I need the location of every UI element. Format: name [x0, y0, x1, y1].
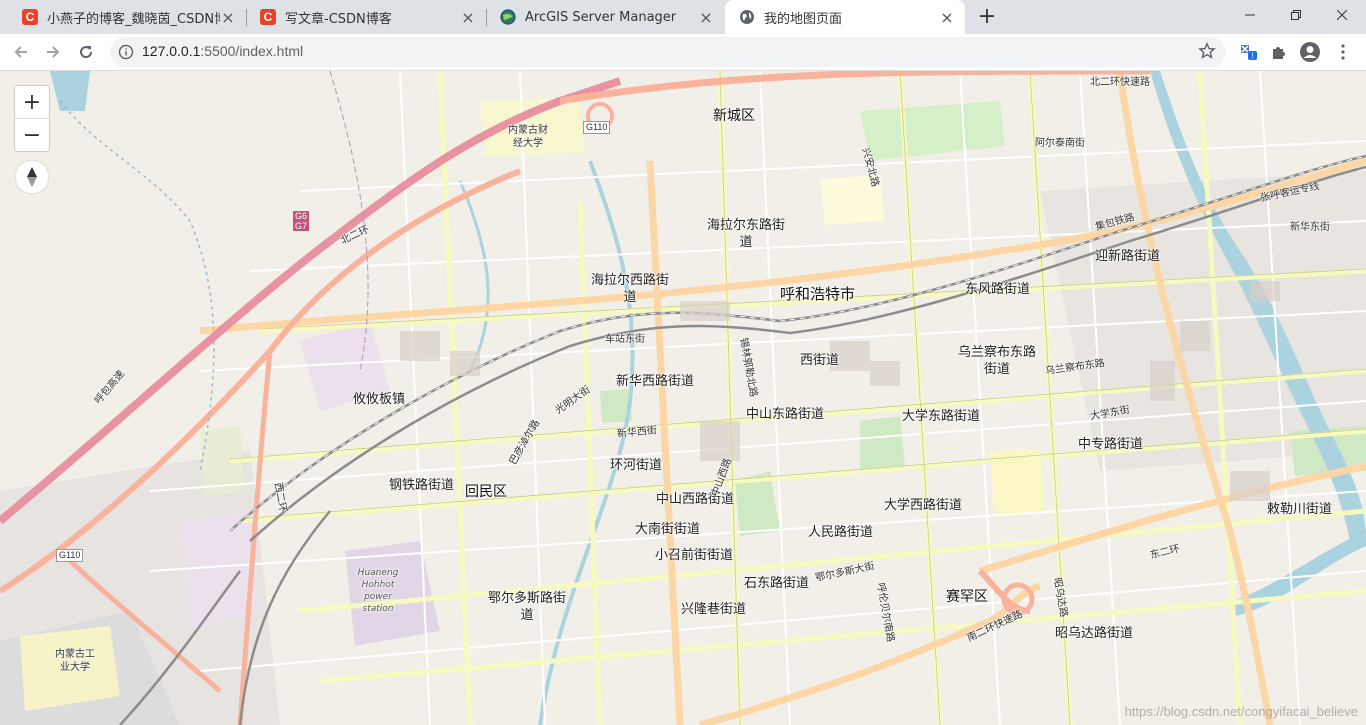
tab-strip: C 小燕子的博客_魏晓茵_CSDN博客 × C 写文章-CSDN博客 × Arc…	[0, 0, 1366, 34]
district-label: 昭乌达路街道	[1055, 626, 1134, 641]
tab-csdn-blog[interactable]: C 小燕子的博客_魏晓茵_CSDN博客 ×	[8, 0, 246, 34]
back-button[interactable]	[8, 39, 34, 65]
road-label: 新华东街	[1290, 222, 1330, 233]
minimize-button[interactable]	[1227, 0, 1273, 30]
extension-badge-icon[interactable]: !	[1236, 39, 1262, 65]
arrow-right-icon	[47, 46, 60, 58]
road-label: 阿尔泰南街	[1035, 138, 1085, 149]
map-basemap	[0, 71, 1366, 725]
district-label: 敕勒川街道	[1267, 502, 1333, 517]
poi-label-university: 内蒙古工业大学	[55, 649, 95, 673]
csdn-icon: C	[22, 9, 38, 25]
district-label: 中专路街道	[1078, 437, 1144, 452]
tab-title: ArcGIS Server Manager	[525, 9, 677, 25]
district-label: 海拉尔东路街道	[706, 218, 785, 250]
district-label: 新华西路街道	[616, 374, 695, 389]
district-label: 新城区	[713, 108, 755, 124]
district-label: 大学东路街道	[902, 409, 981, 424]
compass-icon[interactable]	[15, 160, 49, 194]
district-label: 鄂尔多斯路街道	[487, 591, 566, 623]
arrow-left-icon	[14, 46, 27, 58]
route-shield: G110	[56, 549, 84, 562]
road-label: 北二环快速路	[1090, 77, 1150, 88]
district-label: 西街道	[800, 353, 840, 368]
puzzle-extensions-icon[interactable]	[1266, 39, 1292, 65]
zoom-out-button[interactable]: −	[15, 119, 49, 151]
route-shield: G110	[583, 121, 611, 134]
district-label: 中山东路街道	[746, 407, 825, 422]
tab-title: 小燕子的博客_魏晓茵_CSDN博客	[47, 11, 220, 27]
address-bar[interactable]: 127.0.0.1:5500/index.html	[110, 37, 1226, 67]
new-tab-button[interactable]: +	[976, 4, 998, 30]
browser-toolbar: 127.0.0.1:5500/index.html !	[0, 34, 1366, 71]
tab-title: 我的地图页面	[764, 11, 843, 27]
watermark: https://blog.csdn.net/congyifacai_believ…	[1124, 704, 1358, 719]
zoom-control: + −	[14, 85, 50, 152]
bookmark-star-icon[interactable]	[1198, 42, 1216, 64]
reload-icon	[80, 46, 93, 59]
district-label: 大学西路街道	[884, 498, 963, 513]
url-path: :5500/index.html	[200, 43, 304, 59]
poi-label-power-station: Huaneng Hohhot power station	[357, 568, 399, 614]
route-shield-label: G7	[295, 221, 308, 231]
map-view[interactable]: 新城区 海拉尔东路街道 海拉尔西路街道 呼和浩特市 东风路街道 迎新路街道 西街…	[0, 71, 1366, 725]
city-label: 呼和浩特市	[780, 285, 856, 303]
district-label: 攸攸板镇	[353, 392, 406, 407]
zoom-in-button[interactable]: +	[15, 86, 49, 119]
road-label: 车站东街	[605, 334, 645, 345]
globe-icon	[739, 9, 755, 25]
url-host: 127.0.0.1	[142, 43, 201, 59]
district-label: 小召前街街道	[655, 548, 734, 563]
menu-kebab-icon[interactable]	[1330, 39, 1356, 65]
restore-button[interactable]	[1273, 0, 1319, 30]
district-label: 兴隆巷街道	[681, 602, 747, 617]
close-window-button[interactable]	[1319, 0, 1365, 30]
district-label: 环河街道	[610, 458, 663, 473]
district-label: 回民区	[465, 484, 507, 500]
close-icon[interactable]: ×	[460, 8, 476, 27]
district-label: 大南街街道	[635, 522, 701, 537]
poi-label-university: 内蒙古财经大学	[508, 125, 548, 149]
district-label: 人民路街道	[808, 525, 874, 540]
close-icon[interactable]: ×	[939, 8, 955, 27]
close-icon[interactable]: ×	[698, 8, 714, 27]
district-label: 海拉尔西路街道	[590, 273, 669, 305]
reload-button[interactable]	[73, 39, 99, 65]
url-text[interactable]: 127.0.0.1:5500/index.html	[142, 43, 303, 59]
tab-title: 写文章-CSDN博客	[285, 11, 392, 27]
route-shield: G6 G7	[293, 211, 310, 231]
close-icon[interactable]: ×	[220, 8, 236, 27]
profile-avatar-icon[interactable]	[1297, 39, 1323, 65]
tab-my-map[interactable]: 我的地图页面 ×	[725, 0, 965, 34]
tab-write-article[interactable]: C 写文章-CSDN博客 ×	[246, 0, 486, 34]
route-shield-label: G6	[295, 211, 308, 221]
district-label: 乌兰察布东路街道	[957, 345, 1036, 377]
district-label: 石东路街道	[744, 576, 810, 591]
svg-text:!: !	[1251, 52, 1253, 61]
district-label: 赛罕区	[946, 589, 988, 605]
district-label: 东风路街道	[965, 282, 1031, 297]
forward-button[interactable]	[40, 39, 66, 65]
tab-arcgis[interactable]: ArcGIS Server Manager ×	[486, 0, 724, 34]
info-icon[interactable]	[118, 44, 134, 64]
csdn-icon: C	[260, 9, 276, 25]
district-label: 迎新路街道	[1095, 249, 1161, 264]
arcgis-globe-icon	[500, 9, 516, 25]
district-label: 钢铁路街道	[389, 478, 455, 493]
